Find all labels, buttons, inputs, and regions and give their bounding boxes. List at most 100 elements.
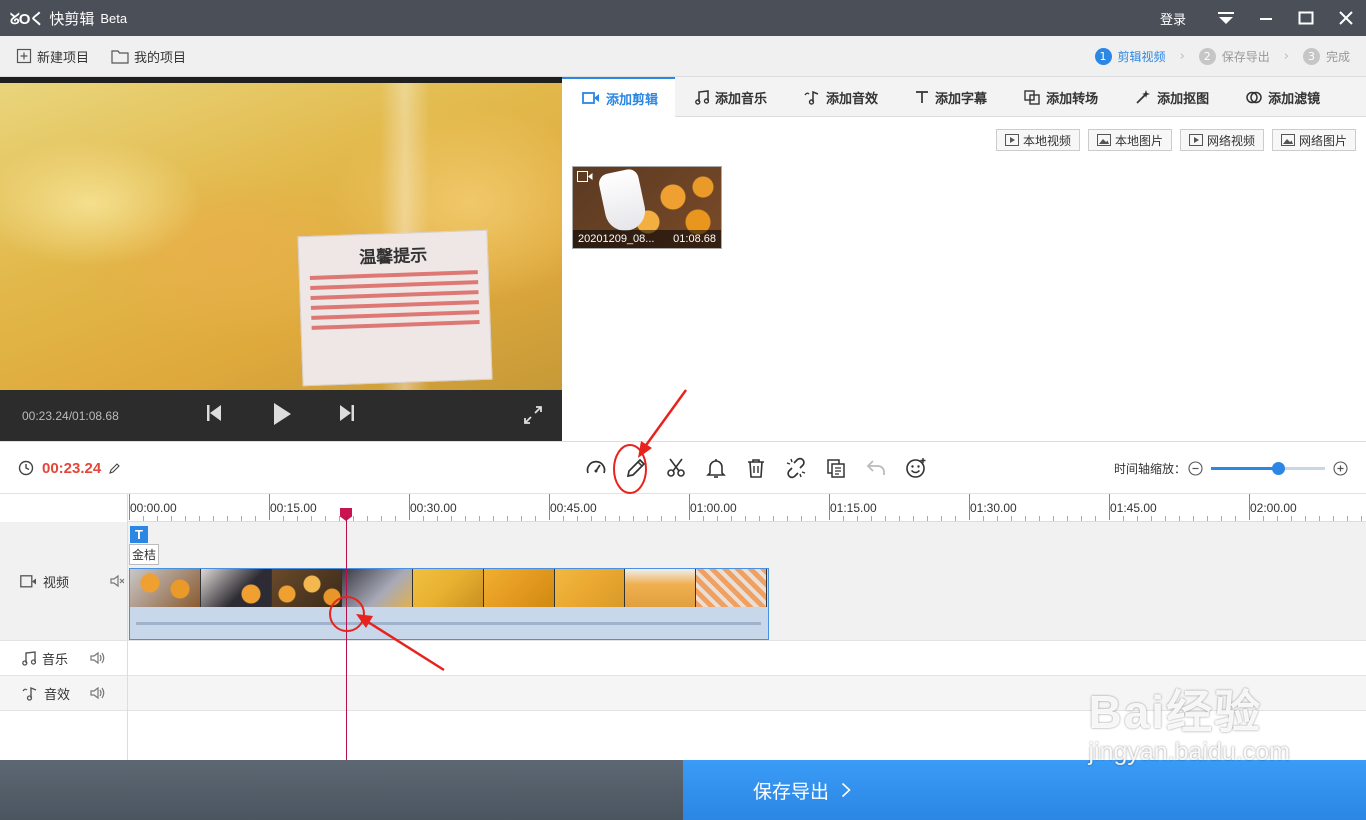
video-frame[interactable]: 温馨提示: [0, 83, 562, 390]
ruler-minor-tick: [913, 516, 914, 521]
smiley-icon: [906, 458, 926, 478]
ruler-minor-tick: [325, 516, 326, 521]
ruler-minor-tick: [871, 516, 872, 521]
video-clip[interactable]: [129, 568, 769, 640]
close-icon: [1339, 11, 1353, 25]
step-label: 保存导出: [1221, 49, 1270, 64]
step-label: 剪辑视频: [1117, 49, 1166, 64]
ruler-minor-tick: [297, 516, 298, 521]
playhead-line[interactable]: [346, 516, 347, 760]
fullscreen-button[interactable]: [524, 406, 542, 424]
timeline-zoom: 时间轴缩放：: [1114, 442, 1348, 494]
split-button[interactable]: [656, 448, 696, 488]
ruler-minor-tick: [983, 516, 984, 521]
skip-forward-icon: [340, 405, 354, 421]
ruler-minor-tick: [1291, 516, 1292, 521]
ruler-minor-tick: [1221, 516, 1222, 521]
zoom-out-icon[interactable]: [1188, 460, 1203, 476]
ruler-minor-tick: [633, 516, 634, 521]
logo-mark: ᘜOく: [10, 10, 44, 28]
sticker-title: 温馨提示: [358, 245, 428, 269]
ruler-minor-tick: [1151, 516, 1152, 521]
online-video-icon: [1188, 134, 1203, 146]
next-frame-button[interactable]: [339, 404, 355, 422]
media-clip-thumbnail[interactable]: 20201209_08... 01:08.68: [572, 166, 722, 249]
save-export-button[interactable]: 保存导出: [683, 760, 1366, 820]
my-projects-button[interactable]: 我的项目: [111, 47, 186, 66]
ruler-minor-tick: [675, 516, 676, 521]
subtitle-marker[interactable]: T: [130, 526, 148, 543]
subtitle-clip[interactable]: 金桔: [129, 544, 160, 565]
ruler-minor-tick: [801, 516, 802, 521]
step-done: 3 完成: [1302, 47, 1350, 65]
online-video-button[interactable]: 网络视频: [1179, 129, 1264, 151]
ruler-minor-tick: [1361, 516, 1362, 521]
ruler-tick-label: 01:15.00: [830, 501, 877, 515]
previous-frame-button[interactable]: [206, 404, 222, 422]
ruler-minor-tick: [1123, 516, 1124, 521]
ruler-minor-tick: [255, 516, 256, 521]
login-link[interactable]: 登录: [1160, 9, 1186, 28]
project-toolbar: 新建项目 我的项目 1 剪辑视频 › 2 保存导出 › 3 完成: [0, 36, 1366, 77]
ruler-minor-tick: [1333, 516, 1334, 521]
close-button[interactable]: [1326, 0, 1366, 36]
tab-add-sound-effect[interactable]: 添加音效: [784, 77, 895, 117]
edit-clip-button[interactable]: [616, 448, 656, 488]
zoom-slider-thumb[interactable]: [1272, 461, 1286, 475]
plus-box-icon: [16, 48, 32, 64]
ruler-minor-tick: [199, 516, 200, 521]
zoom-in-icon[interactable]: [1333, 460, 1348, 476]
sticker-line: [311, 320, 480, 330]
bottom-bar: [0, 760, 683, 820]
ruler-minor-tick: [1095, 516, 1096, 521]
copy-button[interactable]: [816, 448, 856, 488]
zoom-slider-fill: [1211, 466, 1279, 470]
app-edition: Beta: [100, 10, 128, 26]
button-label: 本地图片: [1114, 133, 1163, 148]
new-project-button[interactable]: 新建项目: [16, 47, 89, 66]
clip-caption: 20201209_08... 01:08.68: [573, 230, 721, 248]
tab-add-transition[interactable]: 添加转场: [1004, 77, 1115, 117]
tab-add-filter[interactable]: 添加滤镜: [1226, 77, 1337, 117]
tab-label: 添加滤镜: [1268, 91, 1321, 107]
undo-button[interactable]: [856, 448, 896, 488]
tab-add-subtitle[interactable]: 添加字幕: [895, 77, 1004, 117]
film-frame: [130, 569, 201, 607]
local-video-button[interactable]: 本地视频: [995, 129, 1080, 151]
speed-button[interactable]: [576, 448, 616, 488]
edit-time-icon[interactable]: [109, 462, 120, 474]
save-export-label: 保存导出: [753, 780, 830, 803]
sticker-line: [311, 310, 480, 320]
minimize-button[interactable]: [1246, 0, 1286, 36]
play-button[interactable]: [272, 402, 292, 426]
online-image-button[interactable]: 网络图片: [1271, 129, 1356, 151]
watermark-brand: Bai经验: [1088, 686, 1263, 738]
ruler-minor-tick: [1179, 516, 1180, 521]
ruler-minor-tick: [619, 516, 620, 521]
ruler-minor-tick: [927, 516, 928, 521]
bell-icon: [706, 459, 726, 478]
step-edit-video: 1 剪辑视频: [1094, 47, 1166, 65]
ruler-minor-tick: [955, 516, 956, 521]
ruler-minor-tick: [479, 516, 480, 521]
local-image-button[interactable]: 本地图片: [1087, 129, 1172, 151]
delete-button[interactable]: [736, 448, 776, 488]
trash-icon: [748, 459, 764, 478]
minimize-icon: [1260, 18, 1272, 20]
ruler-minor-tick: [1319, 516, 1320, 521]
detach-audio-button[interactable]: [776, 448, 816, 488]
film-frame: [483, 569, 555, 607]
copy-icon: [827, 459, 845, 478]
ruler-minor-tick: [521, 516, 522, 521]
tab-add-music[interactable]: 添加音乐: [675, 77, 784, 117]
music-track: 音乐: [0, 640, 1366, 676]
marker-button[interactable]: [696, 448, 736, 488]
tab-add-clip[interactable]: 添加剪辑: [562, 77, 676, 117]
ruler-minor-tick: [1053, 516, 1054, 521]
zoom-slider[interactable]: [1211, 461, 1325, 475]
menu-dropdown-button[interactable]: [1206, 0, 1246, 36]
sticker-button[interactable]: [896, 448, 936, 488]
tab-add-cutout[interactable]: 添加抠图: [1115, 77, 1226, 117]
time-ruler[interactable]: 00:00.00 00:15.00 00:30.00 00:45.00 01:00.00…: [128, 494, 1366, 522]
maximize-button[interactable]: [1286, 0, 1326, 36]
